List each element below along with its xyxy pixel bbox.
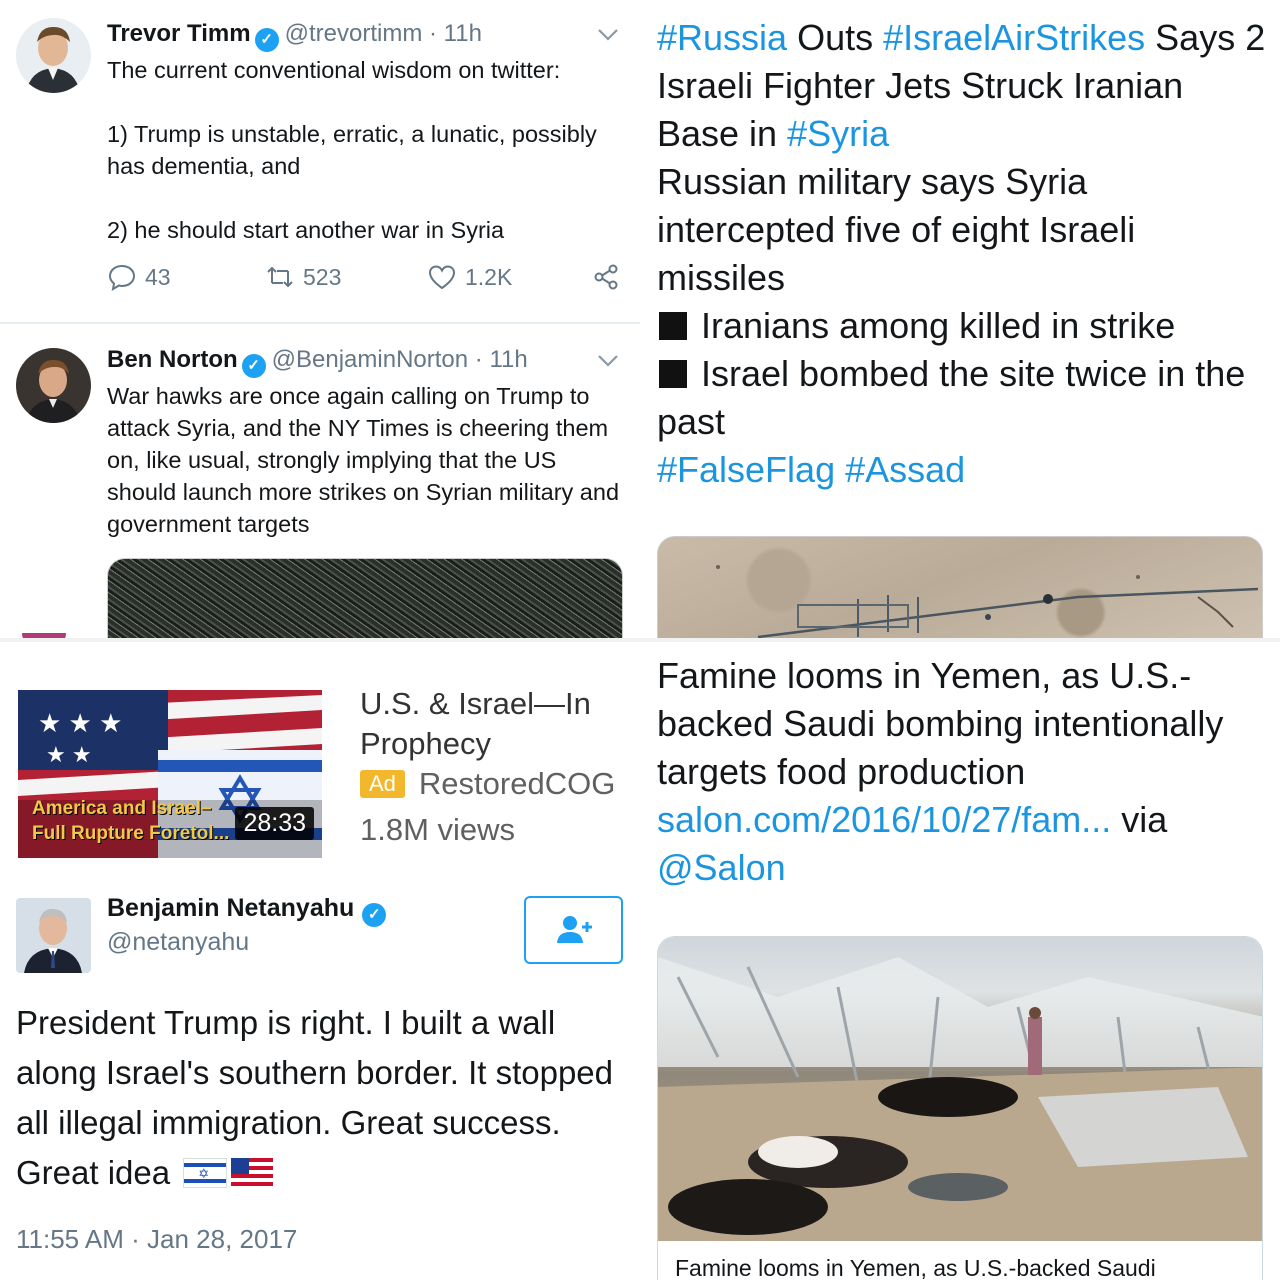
news-post-text: Famine looms in Yemen, as U.S.-backed Sa…: [657, 652, 1269, 892]
hashtag-link[interactable]: #IsraelAirStrikes: [883, 17, 1145, 58]
like-button[interactable]: 1.2K: [427, 262, 512, 292]
tweet-author-handle[interactable]: @netanyahu: [107, 928, 249, 957]
like-count: 1.2K: [465, 263, 513, 290]
svg-text:★ ★ ★: ★ ★ ★: [38, 708, 122, 738]
article-photo: [658, 937, 1262, 1241]
retweet-button[interactable]: 523: [265, 262, 341, 292]
news-text-segment: Famine looms in Yemen, as U.S.-backed Sa…: [657, 655, 1224, 792]
tweet-text: President Trump is right. I built a wall…: [16, 1004, 614, 1191]
ad-badge: Ad: [360, 770, 405, 798]
avatar[interactable]: [16, 348, 91, 423]
satellite-image[interactable]: [657, 536, 1263, 640]
tweet-author-name[interactable]: Benjamin Netanyahu ✓: [107, 894, 392, 927]
video-title[interactable]: U.S. & Israel—In Prophecy: [360, 684, 630, 764]
share-icon: [594, 264, 618, 290]
article-link[interactable]: salon.com/2016/10/27/fam...: [657, 799, 1111, 840]
hashtag-link[interactable]: #Russia: [657, 17, 787, 58]
video-duration: 28:33: [235, 807, 314, 840]
tweet-timestamp[interactable]: 11:55 AM · Jan 28, 2017: [16, 1224, 297, 1255]
view-count: 1.8M views: [360, 812, 516, 847]
horizontal-divider: [0, 638, 1280, 642]
retweet-count: 523: [303, 263, 342, 290]
tweet-header: Ben Norton ✓ @BenjaminNorton · 11h: [107, 346, 528, 378]
share-button[interactable]: [591, 262, 621, 292]
bullet-item: Israel bombed the site twice in the past: [657, 353, 1246, 442]
video-thumbnail[interactable]: ★ ★ ★ ★ ★ America and Israel– Full Ruptu…: [18, 690, 322, 858]
ad-and-tweet-panel: ★ ★ ★ ★ ★ America and Israel– Full Ruptu…: [0, 640, 640, 1280]
us-flag-icon: [231, 1158, 274, 1188]
svg-text:★ ★: ★ ★: [46, 742, 92, 767]
thumbnail-caption: America and Israel– Full Rupture Foretol…: [32, 798, 230, 844]
card-title[interactable]: Famine looms in Yemen, as U.S.-backed Sa…: [675, 1255, 1156, 1280]
verified-badge-icon: ✓: [362, 903, 387, 927]
channel-name[interactable]: RestoredCOG: [419, 766, 615, 802]
chevron-down-icon[interactable]: [596, 22, 620, 46]
hashtag-link[interactable]: #Syria: [787, 113, 889, 154]
tweet-text-line: 1) Trump is unstable, erratic, a lunatic…: [107, 121, 597, 179]
israel-flag-icon: ✡: [183, 1158, 228, 1188]
tweet-author-handle[interactable]: @BenjaminNorton: [272, 346, 468, 373]
tweet-actions: 43 523 1.2K: [107, 262, 627, 302]
mention-link[interactable]: @Salon: [657, 847, 786, 888]
reply-count: 43: [145, 263, 171, 290]
tweet-ben-norton[interactable]: Ben Norton ✓ @BenjaminNorton · 11h War haw…: [0, 326, 640, 640]
link-preview-card[interactable]: Famine looms in Yemen, as U.S.-backed Sa…: [657, 936, 1263, 1280]
tweet-author-name[interactable]: Trevor Timm: [107, 20, 251, 47]
avatar[interactable]: [16, 18, 91, 93]
tweet-text-line: The current conventional wisdom on twitt…: [107, 57, 561, 83]
tweet-time: · 11h: [474, 346, 528, 373]
verified-badge-icon: ✓: [241, 354, 266, 378]
russia-news-panel: #Russia Outs #IsraelAirStrikes Says 2 Is…: [640, 0, 1280, 640]
follow-button[interactable]: [524, 896, 623, 964]
news-text-line: Russian military says Syria intercepted …: [657, 161, 1136, 298]
follow-user-icon: [556, 916, 592, 943]
chevron-down-icon[interactable]: [596, 348, 620, 372]
tweet-text: War hawks are once again calling on Trum…: [107, 383, 620, 537]
bullet-square-icon: [659, 312, 687, 340]
yemen-news-panel: Famine looms in Yemen, as U.S.-backed Sa…: [640, 640, 1280, 1280]
tweet-text: The current conventional wisdom on twitt…: [107, 54, 627, 246]
tweet-header: Trevor Timm ✓ @trevortimm · 11h: [107, 20, 482, 52]
tweet-media-image[interactable]: [107, 558, 623, 640]
tweet-trevor-timm[interactable]: Trevor Timm ✓ @trevortimm · 11h The curren…: [0, 0, 640, 324]
avatar[interactable]: [16, 898, 91, 973]
news-post-text: #Russia Outs #IsraelAirStrikes Says 2 Is…: [657, 14, 1267, 494]
verified-badge-icon: ✓: [254, 28, 279, 52]
news-text-segment: via: [1111, 799, 1168, 840]
twitter-thread-panel: Trevor Timm ✓ @trevortimm · 11h The curren…: [0, 0, 640, 640]
news-text-segment: Outs: [787, 17, 884, 58]
retweet-icon: [267, 266, 293, 288]
reply-icon: [108, 264, 136, 291]
hashtag-link[interactable]: #FalseFlag #Assad: [657, 446, 1267, 494]
tweet-author-name[interactable]: Ben Norton: [107, 346, 238, 373]
like-icon: [428, 265, 456, 290]
bullet-square-icon: [659, 360, 687, 388]
tweet-text-line: 2) he should start another war in Syria: [107, 217, 505, 243]
reply-button[interactable]: 43: [107, 262, 171, 292]
ad-meta: Ad RestoredCOG: [360, 766, 615, 802]
tweet-author-handle[interactable]: @trevortimm: [285, 20, 423, 47]
tweet-time: · 11h: [429, 20, 482, 47]
bullet-item: Iranians among killed in strike: [657, 302, 1267, 350]
